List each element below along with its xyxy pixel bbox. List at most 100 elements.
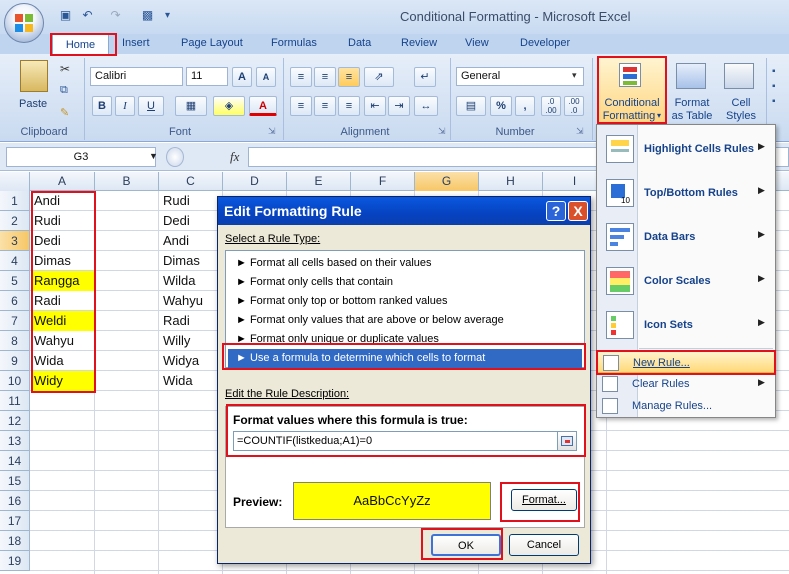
italic-button[interactable]: I [115,96,135,116]
cell-a5[interactable]: Rangga [31,271,94,291]
menu-item-color-scales[interactable]: Color Scales ▶ [597,259,775,303]
increase-decimal-button[interactable]: .0 .00 [541,96,561,116]
row-header-10[interactable]: 10 [0,371,30,391]
menu-item-icon-sets[interactable]: Icon Sets ▶ [597,303,775,347]
cell-c6[interactable]: Wahyu [160,291,222,311]
format-as-table-label-1[interactable]: Format [670,97,714,109]
row-header-3[interactable]: 3 [0,231,30,251]
rule-type-item[interactable]: ► Format only top or bottom ranked value… [228,292,582,311]
format-painter-icon[interactable]: ✎ [60,106,69,119]
row-header-14[interactable]: 14 [0,451,30,471]
rule-type-item[interactable]: ► Format only cells that contain [228,273,582,292]
cell-c8[interactable]: Willy [160,331,222,351]
menu-item-highlight-cells-rules[interactable]: Highlight Cells Rules ▶ [597,127,775,171]
wrap-text-button[interactable]: ↵ [414,67,436,87]
cell-a8[interactable]: Wahyu [31,331,94,351]
menu-item-new-rule[interactable]: New Rule... [597,351,775,373]
comma-style-button[interactable]: , [515,96,535,116]
format-as-table-icon[interactable] [676,63,706,89]
ok-button[interactable]: OK [431,534,501,556]
underline-button[interactable]: U [138,96,164,116]
decrease-indent-button[interactable]: ⇤ [364,96,386,116]
tab-insert[interactable]: Insert [122,37,150,49]
increase-indent-button[interactable]: ⇥ [388,96,410,116]
menu-item-top-bottom-rules[interactable]: 10 Top/Bottom Rules ▶ [597,171,775,215]
rule-type-item[interactable]: ► Format only unique or duplicate values [228,330,582,349]
row-header-4[interactable]: 4 [0,251,30,271]
row-header-1[interactable]: 1 [0,191,30,211]
font-color-button[interactable]: A [249,96,277,116]
alignment-dialog-launcher-icon[interactable]: ⇲ [438,126,446,137]
rule-type-item[interactable]: ► Use a formula to determine which cells… [228,349,582,368]
paste-button[interactable]: Paste [19,98,47,110]
row-header-17[interactable]: 17 [0,511,30,531]
cell-a10[interactable]: Widy [31,371,94,391]
row-header-6[interactable]: 6 [0,291,30,311]
tab-page-layout[interactable]: Page Layout [181,37,243,49]
qat-customize-icon[interactable]: ▾ [160,8,175,23]
middle-align-button[interactable]: ≡ [314,67,336,87]
cell-a6[interactable]: Radi [31,291,94,311]
office-button[interactable] [4,3,44,43]
row-header-18[interactable]: 18 [0,531,30,551]
orientation-button[interactable]: ⇗ [364,67,394,87]
cancel-button[interactable]: Cancel [509,534,579,556]
cell-a2[interactable]: Rudi [31,211,94,231]
cell-a4[interactable]: Dimas [31,251,94,271]
format-button[interactable]: Format... [511,489,577,511]
collapse-dialog-icon[interactable] [557,431,577,451]
select-all-corner[interactable] [0,172,30,191]
column-header-c[interactable]: C [159,172,223,191]
cell-a7[interactable]: Weldi [31,311,94,331]
percent-style-button[interactable]: % [490,96,512,116]
cell-c2[interactable]: Dedi [160,211,222,231]
bottom-align-button[interactable]: ≡ [338,67,360,87]
cell-c1[interactable]: Rudi [160,191,222,211]
number-format-dropdown-icon[interactable]: ▾ [572,70,577,81]
cell-styles-icon[interactable] [724,63,754,89]
center-button[interactable]: ≡ [314,96,336,116]
number-format-combo[interactable]: General [456,67,584,86]
cell-c9[interactable]: Widya [160,351,222,371]
column-header-h[interactable]: H [479,172,543,191]
cell-styles-label-1[interactable]: Cell [726,97,756,109]
row-header-13[interactable]: 13 [0,431,30,451]
tab-view[interactable]: View [465,37,489,49]
number-dialog-launcher-icon[interactable]: ⇲ [576,126,584,137]
row-header-7[interactable]: 7 [0,311,30,331]
row-header-19[interactable]: 19 [0,551,30,571]
quick-print-icon[interactable]: ▩ [140,8,155,23]
tab-home[interactable]: Home [52,34,109,56]
menu-item-data-bars[interactable]: Data Bars ▶ [597,215,775,259]
name-box-dropdown-icon[interactable]: ▼ [149,151,158,161]
rule-type-list[interactable]: ► Format all cells based on their values… [225,250,585,368]
borders-button[interactable]: ▦ [175,96,207,116]
align-right-button[interactable]: ≡ [338,96,360,116]
column-header-d[interactable]: D [223,172,287,191]
cell-c5[interactable]: Wilda [160,271,222,291]
column-header-e[interactable]: E [287,172,351,191]
save-icon[interactable]: ▣ [58,8,73,23]
cell-c7[interactable]: Radi [160,311,222,331]
row-header-8[interactable]: 8 [0,331,30,351]
font-size-combo[interactable]: 11 [186,67,228,86]
redo-icon[interactable]: ↷ [108,8,123,23]
format-as-table-label-2[interactable]: as Table [668,110,716,122]
paste-icon[interactable] [20,60,48,92]
row-header-5[interactable]: 5 [0,271,30,291]
column-header-a[interactable]: A [30,172,95,191]
menu-item-clear-rules[interactable]: Clear Rules ▶ [597,373,775,395]
row-header-2[interactable]: 2 [0,211,30,231]
cell-a3[interactable]: Dedi [31,231,94,251]
font-name-combo[interactable]: Calibri [90,67,183,86]
column-header-b[interactable]: B [95,172,159,191]
formula-expand-icon[interactable] [166,147,184,167]
accounting-format-button[interactable]: ▤ [456,96,486,116]
column-header-f[interactable]: F [351,172,415,191]
undo-icon[interactable]: ↶ [80,8,95,23]
cut-icon[interactable]: ✂ [60,62,70,76]
font-dialog-launcher-icon[interactable]: ⇲ [268,126,276,137]
top-align-button[interactable]: ≡ [290,67,312,87]
help-button[interactable]: ? [546,201,566,221]
cell-c4[interactable]: Dimas [160,251,222,271]
